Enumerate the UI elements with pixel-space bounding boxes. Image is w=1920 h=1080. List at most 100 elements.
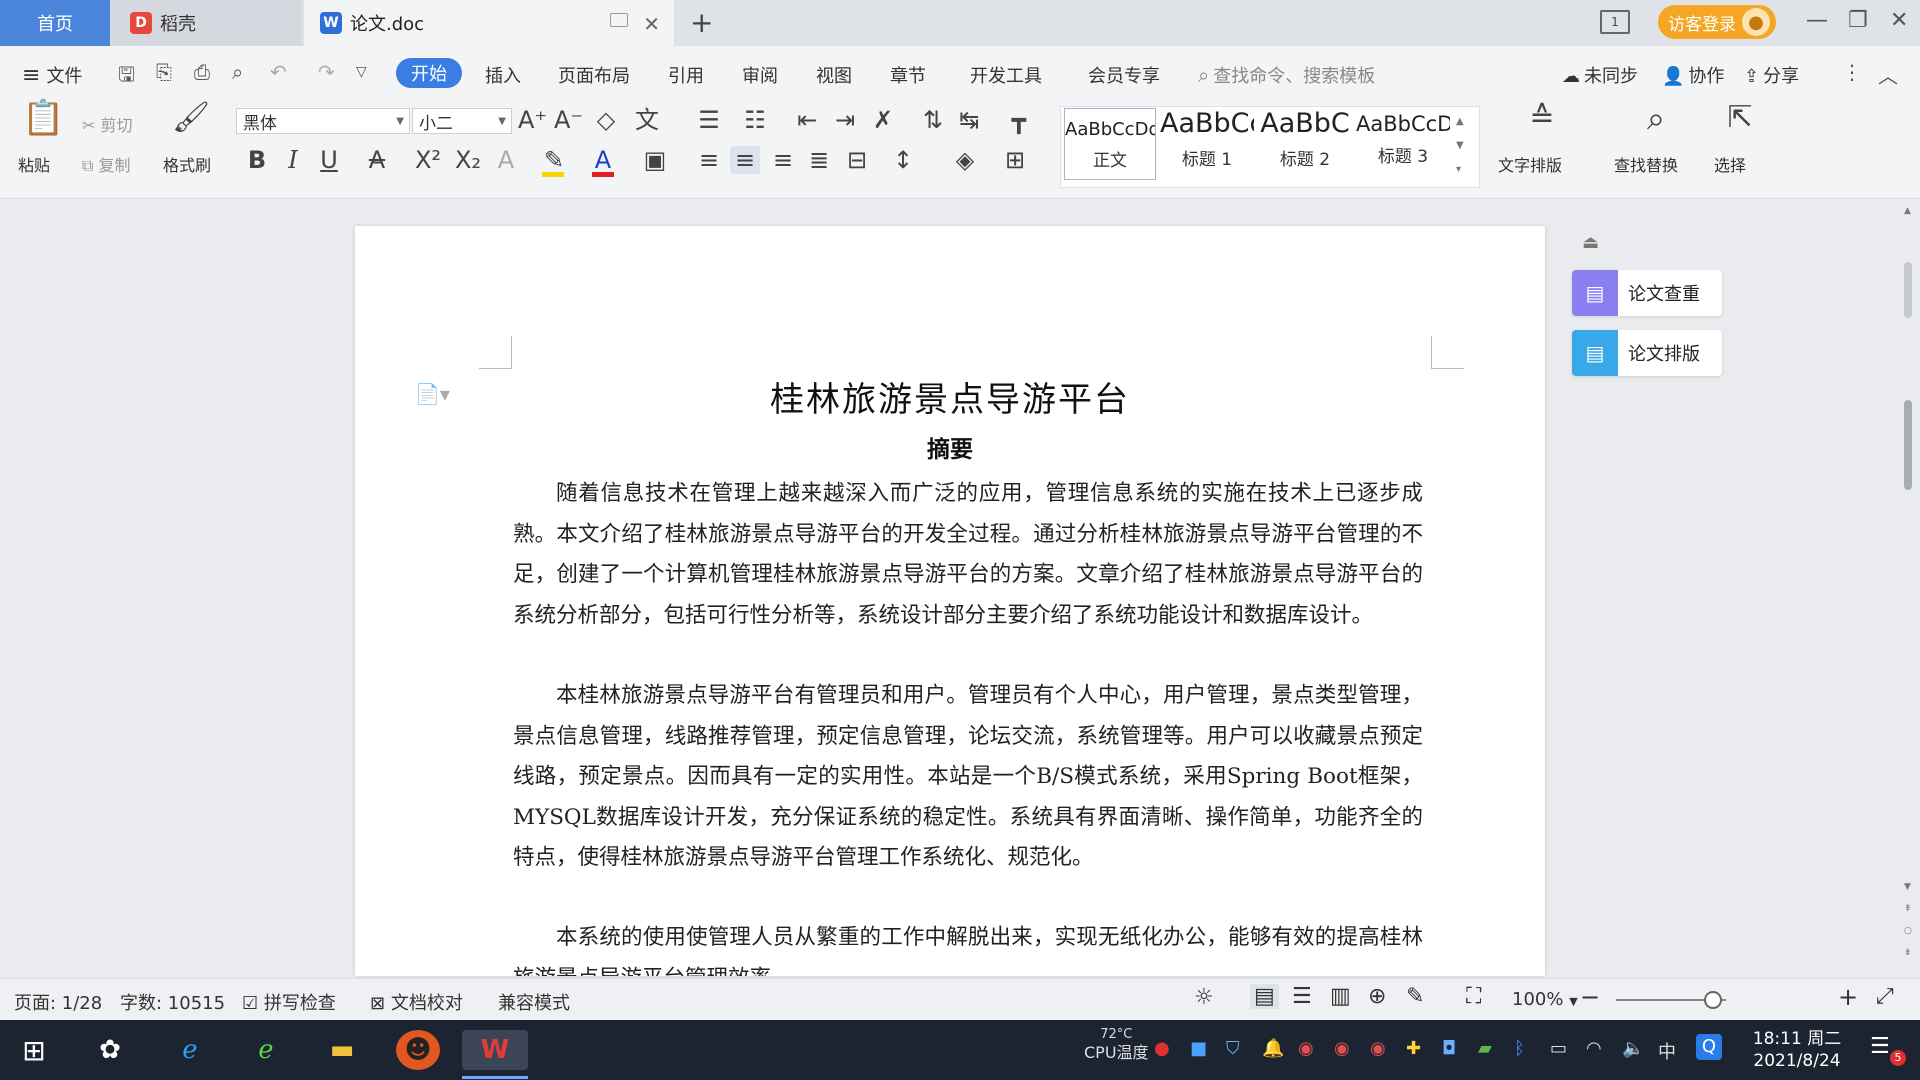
tab-view[interactable]: 视图 bbox=[816, 62, 852, 88]
sort-icon[interactable]: ⇅ bbox=[918, 106, 948, 134]
paper-check-button[interactable]: ▤ 论文查重 bbox=[1572, 270, 1722, 316]
print-preview-icon[interactable]: ⌕ bbox=[232, 60, 243, 84]
paste-icon[interactable]: 📋 bbox=[22, 101, 64, 135]
zoom-in-icon[interactable]: + bbox=[1838, 983, 1858, 1011]
char-border-icon[interactable]: ▣ bbox=[642, 146, 668, 174]
write-view-icon[interactable]: ✎ bbox=[1406, 984, 1424, 1009]
print-icon[interactable]: ⎙ bbox=[194, 60, 210, 84]
notification-icon[interactable]: ☰ bbox=[1870, 1034, 1890, 1059]
find-replace-button[interactable]: 查找替换 bbox=[1614, 152, 1678, 176]
style-heading-1[interactable]: AaBbCc 标题 1 bbox=[1160, 108, 1254, 178]
tab-document[interactable]: W 论文.doc ✕ bbox=[304, 0, 674, 46]
tray-app-icon[interactable]: ◉ bbox=[1298, 1038, 1314, 1059]
command-search[interactable]: ⌕ 查找命令、搜索模板 bbox=[1198, 62, 1375, 88]
style-normal[interactable]: AaBbCcDd 正文 bbox=[1064, 108, 1156, 180]
style-heading-2[interactable]: AaBbC 标题 2 bbox=[1258, 108, 1352, 178]
tray-app-icon[interactable]: ✚ bbox=[1406, 1038, 1421, 1059]
phonetic-icon[interactable]: 文 bbox=[630, 106, 664, 134]
magnifier-icon[interactable]: ⌕ bbox=[1636, 102, 1676, 134]
new-tab-button[interactable]: + bbox=[690, 8, 713, 38]
align-center-icon[interactable]: ≡ bbox=[730, 146, 760, 174]
select-button[interactable]: 选择 bbox=[1714, 152, 1746, 176]
grow-font-icon[interactable]: A⁺ bbox=[518, 106, 547, 134]
scrollbar-thumb[interactable] bbox=[1904, 400, 1912, 490]
distribute-icon[interactable]: ⊟ bbox=[842, 146, 872, 174]
web-view-icon[interactable]: ⊕ bbox=[1368, 984, 1386, 1009]
tab-page-layout[interactable]: 页面布局 bbox=[558, 62, 630, 88]
page-view-icon[interactable]: ▤ bbox=[1250, 984, 1279, 1009]
text-direction-icon[interactable]: ↹ bbox=[954, 106, 984, 134]
tab-dev-tools[interactable]: 开发工具 bbox=[970, 62, 1042, 88]
copy-button[interactable]: ⧉ 复制 bbox=[82, 152, 131, 176]
tab-chapter[interactable]: 章节 bbox=[890, 62, 926, 88]
document-page[interactable]: 📄▾ 桂林旅游景点导游平台 摘要 随着信息技术在管理上越来越深入而广泛的应用，管… bbox=[355, 226, 1545, 976]
browser-360-icon[interactable]: ℯ bbox=[244, 1030, 288, 1070]
page-nav-icons[interactable]: ▼ ⇞ ○ ⇟ bbox=[1904, 876, 1912, 964]
wps-writer-icon[interactable]: W bbox=[462, 1030, 528, 1070]
tab-start[interactable]: 开始 bbox=[396, 58, 462, 88]
highlight-icon[interactable]: ✎ bbox=[540, 146, 568, 174]
collapse-ribbon-icon[interactable]: ︿ bbox=[1878, 60, 1898, 89]
text-effect-icon[interactable]: A bbox=[492, 146, 520, 174]
tab-references[interactable]: 引用 bbox=[668, 62, 704, 88]
align-right-icon[interactable]: ≡ bbox=[768, 146, 798, 174]
window-mode-icon[interactable] bbox=[610, 13, 628, 27]
app-launcher-icon[interactable]: ✿ bbox=[88, 1030, 132, 1070]
qq-icon[interactable]: Q bbox=[1696, 1034, 1722, 1060]
chinese-layout-icon[interactable]: ✗ bbox=[868, 106, 898, 134]
panel-collapse-icon[interactable]: ⏏ bbox=[1582, 232, 1599, 253]
zoom-select[interactable]: 100% ▼ bbox=[1512, 989, 1578, 1010]
tray-app-icon[interactable]: ◉ bbox=[1334, 1038, 1350, 1059]
decrease-indent-icon[interactable]: ⇤ bbox=[792, 106, 822, 134]
outline-view-icon[interactable]: ☰ bbox=[1292, 984, 1312, 1009]
zoom-out-icon[interactable]: − bbox=[1580, 983, 1600, 1011]
text-layout-icon[interactable]: ≙ bbox=[1522, 103, 1562, 133]
fit-page-icon[interactable]: ⛶ bbox=[1466, 984, 1481, 1009]
doc-proof-button[interactable]: ⊠ 文档校对 bbox=[370, 989, 463, 1015]
paste-button[interactable]: 粘贴 bbox=[18, 152, 50, 176]
tray-app-icon[interactable]: ◘ bbox=[1442, 1038, 1456, 1059]
paper-layout-button[interactable]: ▤ 论文排版 bbox=[1572, 330, 1722, 376]
tab-insert[interactable]: 插入 bbox=[485, 62, 521, 88]
ie-browser-icon[interactable]: ℯ bbox=[168, 1030, 212, 1070]
shrink-font-icon[interactable]: A⁻ bbox=[554, 106, 583, 134]
page-indicator[interactable]: 页面: 1/28 bbox=[14, 989, 102, 1015]
word-count[interactable]: 字数: 10515 bbox=[120, 989, 225, 1015]
volume-icon[interactable]: 🔈 bbox=[1622, 1038, 1644, 1059]
customize-qa-icon[interactable]: ▽ bbox=[356, 64, 367, 80]
wifi-icon[interactable]: ◠ bbox=[1586, 1038, 1602, 1059]
strikethrough-icon[interactable]: A bbox=[364, 146, 390, 174]
bell-icon[interactable]: 🔔 bbox=[1262, 1038, 1284, 1059]
tab-review[interactable]: 审阅 bbox=[742, 62, 778, 88]
fullscreen-icon[interactable]: ⤢ bbox=[1876, 984, 1894, 1009]
subscript-icon[interactable]: X₂ bbox=[452, 146, 484, 174]
numbered-list-icon[interactable]: ☷ bbox=[740, 106, 770, 134]
cut-button[interactable]: ✂ 剪切 bbox=[82, 112, 133, 136]
justify-icon[interactable]: ≣ bbox=[804, 146, 834, 174]
clock[interactable]: 18:11 周二 2021/8/24 bbox=[1742, 1028, 1852, 1072]
underline-icon[interactable]: U bbox=[316, 146, 342, 174]
tab-home[interactable]: 首页 bbox=[0, 0, 110, 46]
share-button[interactable]: ⇪ 分享 bbox=[1744, 62, 1799, 88]
cpu-temp-widget[interactable]: 72°C CPU温度 bbox=[1084, 1026, 1149, 1062]
eye-protect-icon[interactable]: ☼ bbox=[1194, 985, 1214, 1010]
style-heading-3[interactable]: AaBbCcDd 标题 3 bbox=[1356, 108, 1450, 178]
scrollbar-thumb[interactable] bbox=[1904, 262, 1912, 318]
export-icon[interactable]: ⎘ bbox=[156, 60, 172, 84]
battery-icon[interactable]: ▭ bbox=[1550, 1038, 1567, 1059]
font-name-select[interactable]: 黑体 ▼ bbox=[236, 108, 410, 134]
clear-format-icon[interactable]: ◇ bbox=[592, 106, 620, 134]
scroll-up-icon[interactable]: ▲ bbox=[1904, 206, 1911, 216]
bullet-list-icon[interactable]: ☰ bbox=[694, 106, 724, 134]
tray-app-icon[interactable]: ▰ bbox=[1478, 1038, 1492, 1059]
format-painter-button[interactable]: 格式刷 bbox=[163, 152, 211, 176]
styles-scroll[interactable]: ▲ ▼ ▾ bbox=[1456, 110, 1464, 182]
more-icon[interactable]: ⋮ bbox=[1842, 60, 1862, 84]
shading-icon[interactable]: ◈ bbox=[950, 146, 980, 174]
vertical-scrollbar[interactable]: ▲ ▼ ⇞ ○ ⇟ bbox=[1900, 206, 1916, 976]
cursor-icon[interactable]: ⇱ bbox=[1720, 103, 1760, 133]
shield-icon[interactable]: ⛉ bbox=[1226, 1038, 1240, 1059]
close-tab-icon[interactable]: ✕ bbox=[643, 12, 660, 36]
collab-button[interactable]: 👤 协作 bbox=[1662, 62, 1724, 88]
line-spacing-icon[interactable]: ↕ bbox=[888, 146, 918, 174]
